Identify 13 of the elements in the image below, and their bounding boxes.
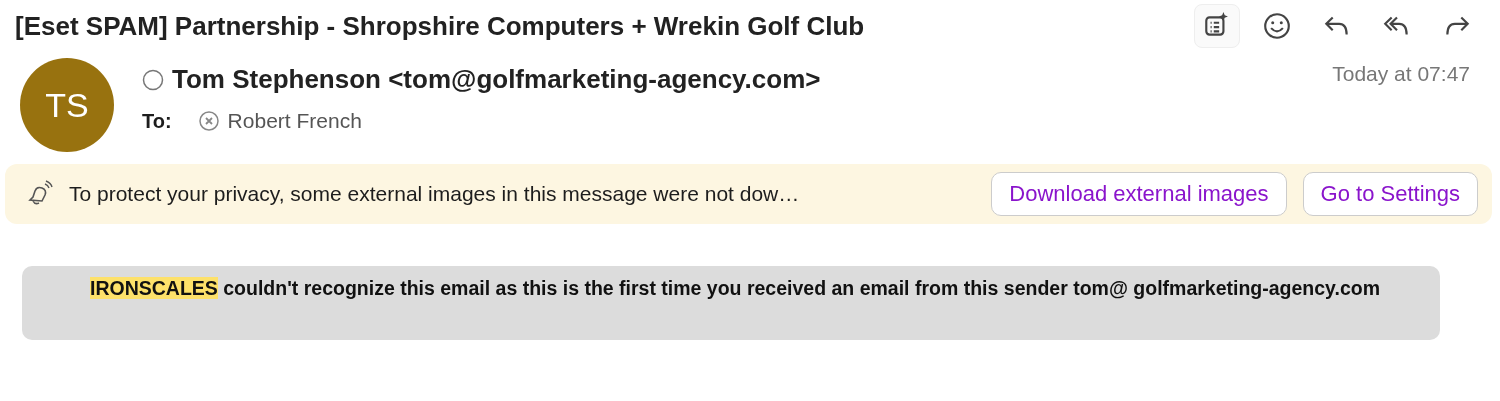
sender-name: Tom Stephenson <tom@golfmarketing-agency.com> [172,64,821,95]
privacy-message: To protect your privacy, some external images in this message were not dow… [69,182,801,206]
to-label: To: [142,109,172,133]
notice-text: IRONSCALES couldn't recognize this email as this is the first time you received an email from this sender tom@ golfmarketing-agency.com [90,277,1382,300]
recipient-name[interactable]: Robert French [227,109,362,133]
summary-icon[interactable] [1194,4,1240,48]
email-subject: [Eset SPAM] Partnership - Shropshire Computers + Wrekin Golf Club [15,10,865,42]
remove-icon[interactable] [197,110,220,132]
sender-avatar: TS [20,58,114,152]
download-images-button[interactable]: Download external images [991,172,1287,216]
settings-button[interactable]: Go to Settings [1302,172,1478,216]
received-time: Today at 07:47 [1332,61,1470,87]
status-circle-icon [142,68,164,91]
